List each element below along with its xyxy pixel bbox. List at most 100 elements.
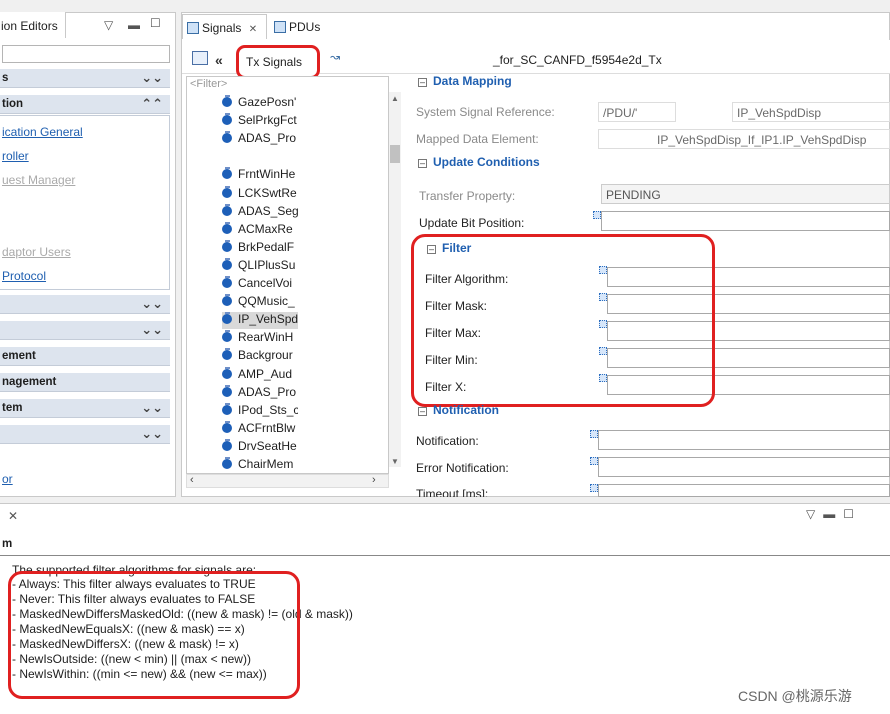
signal-list-item[interactable]: GazePosn' xyxy=(222,95,298,112)
signal-list-item[interactable]: CancelVoi xyxy=(222,276,298,293)
signal-list-item[interactable]: IPod_Sts_c xyxy=(222,402,298,420)
signal-icon xyxy=(222,221,232,234)
link-controller[interactable]: roller xyxy=(2,149,29,163)
data-mapping-header[interactable]: – Data Mapping xyxy=(418,74,512,88)
signal-list-item[interactable]: ADAS_Pro xyxy=(222,131,298,148)
breadcrumb-tx-signals[interactable]: Tx Signals xyxy=(236,45,320,79)
link-communication-general[interactable]: ication General xyxy=(2,125,83,139)
signal-list-item[interactable]: BrkPedalF xyxy=(222,239,298,257)
update-conditions-header[interactable]: – Update Conditions xyxy=(418,155,540,169)
signal-list-item[interactable]: ACMaxRe xyxy=(222,221,298,239)
editors-tab[interactable]: ion Editors xyxy=(0,12,66,38)
signal-name: ACFrntBlw xyxy=(238,420,296,435)
signal-list-item[interactable]: RearWinH xyxy=(222,330,298,347)
signal-list-item[interactable] xyxy=(222,149,298,166)
signal-list-item[interactable]: DrvSeatHe xyxy=(222,438,298,456)
system-signal-field-b[interactable]: IP_VehSpdDisp xyxy=(732,102,890,122)
view-menu-icon[interactable]: ▽ xyxy=(104,18,113,32)
link-adaptor-users[interactable]: daptor Users xyxy=(2,245,71,259)
update-bit-position-label: Update Bit Position: xyxy=(419,216,525,230)
signal-list-item[interactable]: AMP_Aud xyxy=(222,366,298,384)
maximize-icon[interactable]: ☐ xyxy=(150,16,161,30)
tab-signals[interactable]: Signals ✕ xyxy=(182,14,267,39)
pdus-tab-icon xyxy=(274,21,286,33)
signal-list-item[interactable]: LCKSwtRe xyxy=(222,185,298,203)
editor-sublist xyxy=(0,115,170,290)
scroll-right-icon[interactable]: › xyxy=(372,474,376,486)
close-icon[interactable]: ✕ xyxy=(8,509,18,523)
scroll-down-icon[interactable]: ▼ xyxy=(391,457,399,466)
signal-list-item[interactable]: IP_VehSpd xyxy=(222,312,298,330)
link-bottom[interactable]: or xyxy=(2,472,13,486)
editor-section-5[interactable]: ement xyxy=(0,347,170,366)
section-label: ement xyxy=(2,350,36,362)
table-view-icon[interactable] xyxy=(192,51,208,65)
scrollbar-thumb[interactable] xyxy=(390,145,400,163)
signal-icon xyxy=(222,312,232,325)
close-icon[interactable]: ✕ xyxy=(249,24,257,35)
view-menu-icon[interactable]: ▽ xyxy=(806,507,823,521)
signal-list-item[interactable]: QLIPlusSu xyxy=(222,257,298,275)
section-title: Notification xyxy=(433,403,499,417)
decoration-icon xyxy=(590,430,598,438)
signal-list-item[interactable]: ADAS_Seg xyxy=(222,203,298,221)
editor-section-3[interactable]: ⌄⌄ xyxy=(0,295,170,314)
signal-name: GazePosn' xyxy=(238,95,297,109)
signal-name: AMP_Aud xyxy=(238,366,293,381)
editor-section-4[interactable]: ⌄⌄ xyxy=(0,321,170,340)
tab-label: Signals xyxy=(202,21,242,35)
editors-filter-input[interactable] xyxy=(2,45,170,63)
help-title: m xyxy=(2,538,13,550)
editors-tab-label: ion Editors xyxy=(1,19,58,33)
timeout-field[interactable] xyxy=(598,484,890,497)
signal-list-item[interactable]: Backgrour xyxy=(222,348,298,365)
signal-name: FrntWinHe xyxy=(238,167,296,182)
signal-name: QQMusic_ xyxy=(238,294,295,309)
signal-name: ACMaxRe xyxy=(238,221,293,236)
scroll-up-icon[interactable]: ▲ xyxy=(391,94,399,103)
help-separator xyxy=(0,555,890,556)
minimize-icon[interactable]: ▬ xyxy=(128,18,140,32)
horizontal-scrollbar[interactable] xyxy=(186,474,389,488)
signal-icon xyxy=(222,438,232,451)
chevron-down-icon: ⌄⌄ xyxy=(141,296,163,311)
signal-list-item[interactable]: ADAS_Pro xyxy=(222,384,298,402)
editor-section-6[interactable]: nagement xyxy=(0,373,170,392)
tab-pdus[interactable]: PDUs xyxy=(270,14,330,39)
editor-section-1[interactable]: s ⌄⌄ xyxy=(0,69,170,88)
signal-icon xyxy=(222,384,232,397)
signal-icon xyxy=(222,131,232,144)
editor-section-2[interactable]: tion ⌃⌃ xyxy=(0,95,170,114)
breadcrumb-arrow-icon[interactable]: ↝ xyxy=(330,50,340,64)
signal-icon xyxy=(222,366,232,379)
scroll-left-icon[interactable]: ‹ xyxy=(190,474,194,486)
collapse-icon[interactable]: « xyxy=(215,52,223,68)
signal-filter-input[interactable]: <Filter> xyxy=(190,78,227,90)
error-notification-field[interactable] xyxy=(598,457,890,477)
tab-label: PDUs xyxy=(289,20,321,34)
notification-header[interactable]: – Notification xyxy=(418,403,499,417)
minimize-icon[interactable]: ▬ xyxy=(823,507,843,521)
transfer-property-field[interactable]: PENDING xyxy=(601,184,890,204)
editor-section-8[interactable]: ⌄⌄ xyxy=(0,425,170,444)
editor-section-7[interactable]: tem ⌄⌄ xyxy=(0,399,170,418)
signal-icon xyxy=(222,420,232,433)
signal-name: QLIPlusSu xyxy=(238,257,296,272)
link-protocol[interactable]: Protocol xyxy=(2,269,46,283)
link-request-manager[interactable]: uest Manager xyxy=(2,173,75,187)
signals-tab-icon xyxy=(187,22,199,34)
signal-list-item[interactable]: SelPrkgFct xyxy=(222,113,298,130)
signal-list-item[interactable]: ACFrntBlw xyxy=(222,420,298,438)
signal-list-item[interactable]: ChairMem xyxy=(222,457,298,474)
mapped-data-element-field[interactable]: IP_VehSpdDisp_If_IP1.IP_VehSpdDisp xyxy=(598,129,890,149)
signal-list-item[interactable]: FrntWinHe xyxy=(222,167,298,184)
maximize-icon[interactable]: ☐ xyxy=(843,507,862,521)
signal-name: IP_VehSpd xyxy=(238,312,298,327)
transfer-property-label: Transfer Property: xyxy=(419,189,516,203)
notification-field[interactable] xyxy=(598,430,890,450)
signal-list-item[interactable]: QQMusic_ xyxy=(222,294,298,311)
signal-name: BrkPedalF xyxy=(238,239,295,254)
signal-icon xyxy=(222,330,232,343)
system-signal-field-a[interactable]: /PDU/' xyxy=(598,102,676,122)
update-bit-position-field[interactable] xyxy=(601,211,890,231)
